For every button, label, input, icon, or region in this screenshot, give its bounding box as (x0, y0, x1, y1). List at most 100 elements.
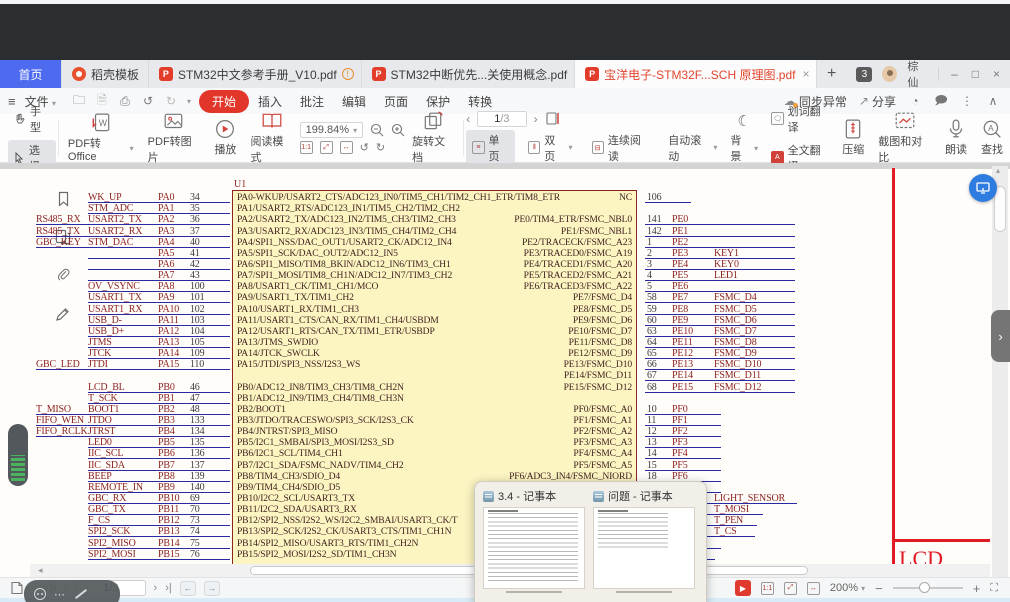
zoom-out-button[interactable]: − (875, 581, 883, 596)
menu-tab-edit[interactable]: 编辑 (333, 93, 375, 110)
tab-home[interactable]: 首页 (0, 60, 62, 88)
fit-page-icon[interactable]: ⤢ (784, 582, 797, 595)
comment-icon[interactable]: 🗩 (934, 94, 948, 108)
tab-stm32-interrupt-concepts[interactable]: P STM32中断优先...关使用概念.pdf (362, 60, 576, 88)
rotate-right-icon[interactable]: ↻ (376, 141, 385, 154)
menu-tab-protect[interactable]: 保护 (417, 93, 459, 110)
rotate-left-icon[interactable]: ↺ (360, 141, 369, 154)
zoom-slider-knob[interactable] (919, 582, 930, 593)
right-pin-row: 1PE2 (645, 237, 797, 248)
zoom-in-button[interactable]: + (973, 581, 981, 596)
continuous-read-button[interactable]: ⊟连续阅读 (586, 130, 656, 166)
actual-size-icon[interactable]: 1:1 (761, 582, 774, 595)
floating-assistant-widget[interactable]: ⋯ (24, 580, 120, 602)
view-forward-icon[interactable]: → (204, 581, 220, 596)
new-tab-button[interactable]: + (817, 60, 847, 88)
right-pin-row: 142PE1 (645, 225, 797, 236)
double-page-button[interactable]: ⫴双页▾ (522, 130, 578, 166)
find-button[interactable]: A 查找 (974, 114, 1010, 162)
window-thumbnail[interactable] (593, 507, 695, 589)
scroll-up-icon[interactable]: ▴ (996, 166, 1000, 175)
expand-panel-handle[interactable]: › (991, 310, 1010, 362)
count-badge[interactable]: 3 (856, 67, 872, 82)
scroll-left-icon[interactable]: ◂ (38, 565, 43, 576)
pdf-to-image-button[interactable]: PDF转图片 (141, 114, 208, 162)
more-menu-icon[interactable]: ⋮ (960, 94, 974, 108)
chip-pin-function-row: PB7/I2C1_SDA/FSMC_NADV/TIM4_CH2PF5/FSMC_… (233, 459, 636, 470)
single-page-button[interactable]: ≡单页 (466, 130, 515, 166)
theme-icon[interactable]: ◔ (908, 94, 922, 108)
menu-tab-insert[interactable]: 插入 (249, 93, 291, 110)
fit-page-icon[interactable]: ⤢ (320, 141, 333, 154)
redo-icon[interactable]: ↻ (164, 94, 178, 108)
undo-icon[interactable]: ↺ (141, 94, 155, 108)
maximize-button[interactable]: □ (972, 67, 979, 81)
presentation-play-button[interactable]: ▶ (735, 580, 751, 596)
tab-stm32-reference-manual[interactable]: P STM32中文参考手册_V10.pdf ! (149, 60, 362, 88)
fit-width-icon[interactable]: ↔ (807, 582, 820, 595)
notepad-window-preview[interactable]: 问题 - 记事本 (593, 488, 695, 596)
hand-tool-button[interactable]: 手型 (8, 101, 56, 137)
read-mode-button[interactable]: 阅读模式 (243, 114, 299, 162)
collapse-ribbon-icon[interactable]: ∧ (986, 94, 1000, 108)
chip-pin-function-row: PA11/USART1_CTS/CAN_RX/TIM1_CH4/USBDMPE9… (233, 315, 636, 326)
minimize-button[interactable]: – (951, 67, 958, 81)
auto-scroll-icon[interactable] (545, 111, 561, 126)
save-icon[interactable]: 🗎 (95, 94, 109, 108)
page-number-input[interactable]: 1/3 (477, 111, 526, 127)
compress-button[interactable]: 压缩 (835, 114, 871, 162)
share-button[interactable]: ↗分享 (859, 93, 896, 110)
menu-tab-annotate[interactable]: 批注 (291, 93, 333, 110)
zoom-slider[interactable] (893, 587, 963, 589)
document-canvas[interactable]: U1 WK_UPPA034STM_ADCPA135RS485_RXUSART2_… (0, 163, 1010, 577)
pdf-to-office-button[interactable]: W PDF转Office▾ (61, 114, 141, 162)
menu-tab-convert[interactable]: 转换 (459, 93, 501, 110)
page-layout-icon[interactable] (10, 581, 24, 595)
open-file-icon[interactable]: 🗀 (72, 94, 86, 108)
right-pin-row: 11PF1 (645, 415, 797, 426)
actual-size-icon[interactable]: 1:1 (300, 141, 313, 154)
docer-icon (72, 67, 86, 81)
next-page-icon[interactable]: › (154, 582, 158, 594)
word-translate-button[interactable]: 🗨划词翻译 (765, 101, 835, 137)
print-icon[interactable]: ⎙ (118, 94, 132, 108)
right-pin-row: 63PE10FSMC_D7 (645, 326, 797, 337)
pdf-tools-float-button[interactable] (969, 174, 997, 202)
last-page-icon[interactable]: ›| (165, 582, 172, 594)
status-zoom-level[interactable]: 200% ▾ (830, 582, 865, 594)
sheet-border-line (892, 168, 895, 577)
pdf-icon: P (159, 67, 173, 81)
left-pin-row: USB_D+PA12104 (36, 326, 230, 337)
zoom-level-input[interactable]: 199.84%▾ (300, 122, 363, 138)
fullscreen-icon[interactable]: ⛶ (990, 582, 998, 595)
left-pin-row: GBC_LEDJTDIPA15110 (36, 359, 230, 370)
screenshot-compare-button[interactable]: 截图和对比 (871, 114, 938, 162)
zoom-out-icon[interactable] (370, 123, 384, 137)
menu-tab-start[interactable]: 开始 (199, 90, 249, 113)
play-button[interactable]: 播放 (207, 114, 243, 162)
sheet-border-line (892, 539, 990, 542)
notepad-window-preview[interactable]: 3.4 - 记事本 (483, 488, 585, 596)
tab-close-icon[interactable]: × (802, 67, 809, 81)
background-button[interactable]: ☾ 背景▾ (723, 114, 765, 162)
avatar[interactable] (882, 66, 897, 82)
chip-pin-function-row: PE14/FSMC_D11 (233, 370, 636, 381)
auto-scroll-button[interactable]: 自动滚动▾ (662, 130, 723, 166)
close-button[interactable]: × (993, 67, 1000, 81)
tab-docer-templates[interactable]: 稻壳模板 (62, 60, 149, 88)
zoom-in-icon[interactable] (391, 123, 405, 137)
left-pin-row: LCD_BLPB046 (36, 381, 230, 392)
tab-schematic-pdf-active[interactable]: P 宝洋电子-STM32F...SCH 原理图.pdf × (575, 60, 817, 88)
window-thumbnail[interactable] (483, 507, 585, 589)
chip-designator: U1 (234, 179, 246, 190)
rotate-document-button[interactable]: 旋转文档 (405, 114, 461, 162)
view-back-icon[interactable]: ← (180, 581, 196, 596)
next-page-icon[interactable]: › (534, 112, 538, 126)
chip-pin-function-row: PB8/TIM4_CH3/SDIO_D4PF6/ADC3_IN4/FSMC_NI… (233, 471, 636, 482)
read-aloud-button[interactable]: 朗读 (938, 114, 974, 162)
fit-width-icon[interactable]: ↔ (340, 141, 353, 154)
menu-tab-page[interactable]: 页面 (375, 93, 417, 110)
vertical-scrollbar[interactable]: ▴ (992, 166, 1008, 577)
more-caret-icon[interactable]: ▾ (187, 97, 191, 106)
previous-page-icon[interactable]: ‹ (466, 112, 470, 126)
